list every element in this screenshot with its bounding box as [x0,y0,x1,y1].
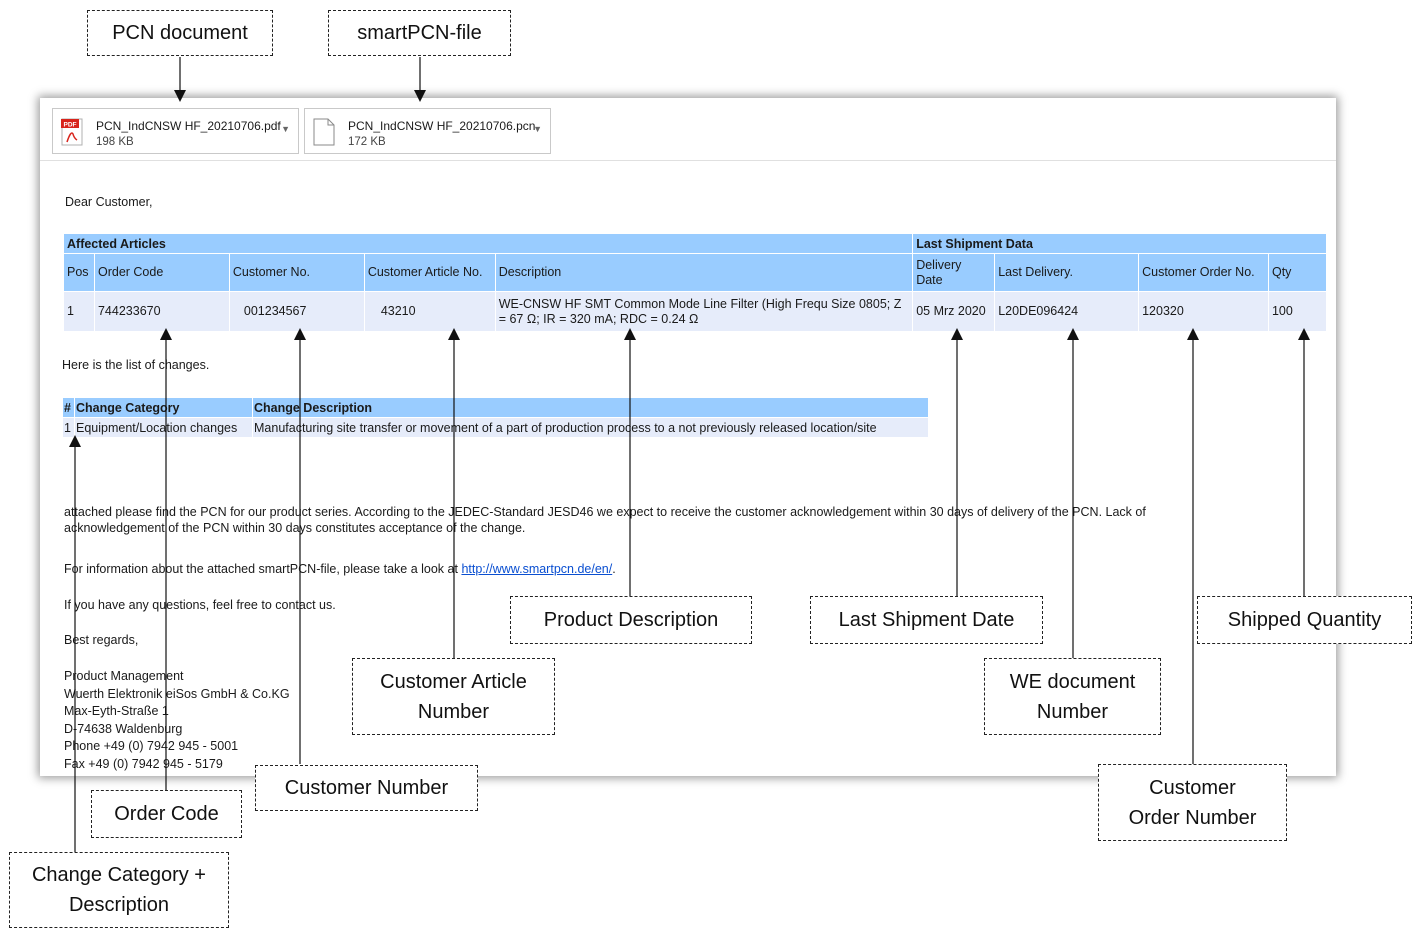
changes-intro: Here is the list of changes. [62,358,210,372]
table-row: 1 Equipment/Location changes Manufacturi… [62,417,929,438]
pdf-icon-label: PDF [64,121,77,128]
signature-line: D-74638 Waldenburg [64,721,183,736]
callout-last-shipment-date: Last Shipment Date [810,596,1043,644]
affected-articles-table: Affected Articles Last Shipment Data Pos… [62,233,1328,332]
cell-qty: 100 [1267,291,1328,332]
col-customer-order-no: Customer Order No. [1138,253,1269,292]
callout-line: Description [68,894,170,916]
callout-order-code: Order Code [91,790,242,838]
body-paragraph-3: If you have any questions, feel free to … [64,598,336,612]
col-qty: Qty [1267,253,1328,292]
table-row: 1 744233670 001234567 43210 WE-CNSW HF S… [63,291,1328,332]
attachment-size: 172 KB [348,136,386,148]
signature-line: Phone +49 (0) 7942 945 - 5001 [64,739,239,753]
pdf-icon: PDF [61,118,83,146]
attachment-bar: PDF PCN_IndCNSW HF_20210706.pdf 198 KB ▼… [40,98,1336,161]
chevron-down-icon[interactable]: ▼ [533,124,542,134]
greeting: Dear Customer, [65,195,153,209]
callout-line: Number [417,700,490,723]
para2-suffix: . [612,562,616,576]
chevron-down-icon[interactable]: ▼ [281,124,290,134]
signature-line: Max-Eyth-Straße 1 [64,704,169,718]
cell-num: 1 [62,417,75,438]
callout-pcn-document: PCN document [87,10,273,56]
col-change-category: Change Category [74,397,253,418]
col-num: # [62,397,75,418]
callout-line: Change Category + [31,864,206,886]
callout-product-description: Product Description [510,596,752,644]
cell-pos: 1 [63,291,95,332]
para1-line1: attached please find the PCN for our pro… [64,505,1146,519]
callout-line: Customer [1149,776,1236,799]
callout-line: Customer Article [380,670,527,693]
callout-line: Order Number [1128,806,1257,829]
regards: Best regards, [64,633,139,647]
cell-change-description: Manufacturing site transfer or movement … [252,417,929,438]
body-paragraph-1: attached please find the PCN for our pro… [64,504,1146,536]
cell-description: WE-CNSW HF SMT Common Mode Line Filter (… [494,291,914,332]
attachment-name: PCN_IndCNSW HF_20210706.pdf [96,119,281,133]
col-pos: Pos [63,253,95,292]
last-shipment-header: Last Shipment Data [912,233,1327,254]
attachment-size: 198 KB [96,136,134,148]
col-order-code: Order Code [93,253,230,292]
cell-order-code: 744233670 [93,291,230,332]
signature-line: Product Management [64,669,184,683]
attachment-pdf[interactable]: PDF PCN_IndCNSW HF_20210706.pdf 198 KB ▼ [52,108,299,154]
signature-line: Wuerth Elektronik eiSos GmbH & Co.KG [64,686,290,701]
callout-customer-order-number: Customer Order Number [1098,764,1287,841]
signature: Product Management Wuerth Elektronik eiS… [64,668,290,773]
smartpcn-link[interactable]: http://www.smartpcn.de/en/ [461,562,612,576]
cell-last-delivery: L20DE096424 [994,291,1140,332]
callout-smartpcn-file: smartPCN-file [328,10,511,56]
callout-line: Number [1036,700,1109,723]
callout-change-category: Change Category + Description [9,852,229,928]
callout-shipped-quantity: Shipped Quantity [1197,596,1412,644]
body-paragraph-2: For information about the attached smart… [64,562,616,576]
cell-change-category: Equipment/Location changes [74,417,253,438]
para1-line2: acknowledgement of the PCN within 30 day… [64,521,526,535]
file-icon [313,118,335,146]
callout-we-document-number: WE document Number [984,658,1161,735]
col-customer-no: Customer No. [228,253,365,292]
cell-customer-no: 001234567 [228,291,365,332]
col-delivery-date: Delivery Date [912,253,996,292]
callout-line: WE document [1009,670,1136,693]
changes-table: # Change Category Change Description 1 E… [62,397,929,438]
cell-customer-order-no: 120320 [1138,291,1269,332]
col-customer-article-no: Customer Article No. [363,253,496,292]
attachment-name: PCN_IndCNSW HF_20210706.pcn [348,119,536,133]
attachment-pcn[interactable]: PCN_IndCNSW HF_20210706.pcn 172 KB ▼ [304,108,551,154]
affected-articles-header: Affected Articles [62,233,914,254]
col-description: Description [494,253,914,292]
cell-customer-article-no: 43210 [363,291,496,332]
callout-customer-number: Customer Number [255,765,478,811]
col-last-delivery: Last Delivery. [994,253,1140,292]
cell-delivery-date: 05 Mrz 2020 [912,291,996,332]
para2-prefix: For information about the attached smart… [64,562,462,576]
col-change-description: Change Description [252,397,929,418]
callout-customer-article-number: Customer Article Number [352,658,555,735]
